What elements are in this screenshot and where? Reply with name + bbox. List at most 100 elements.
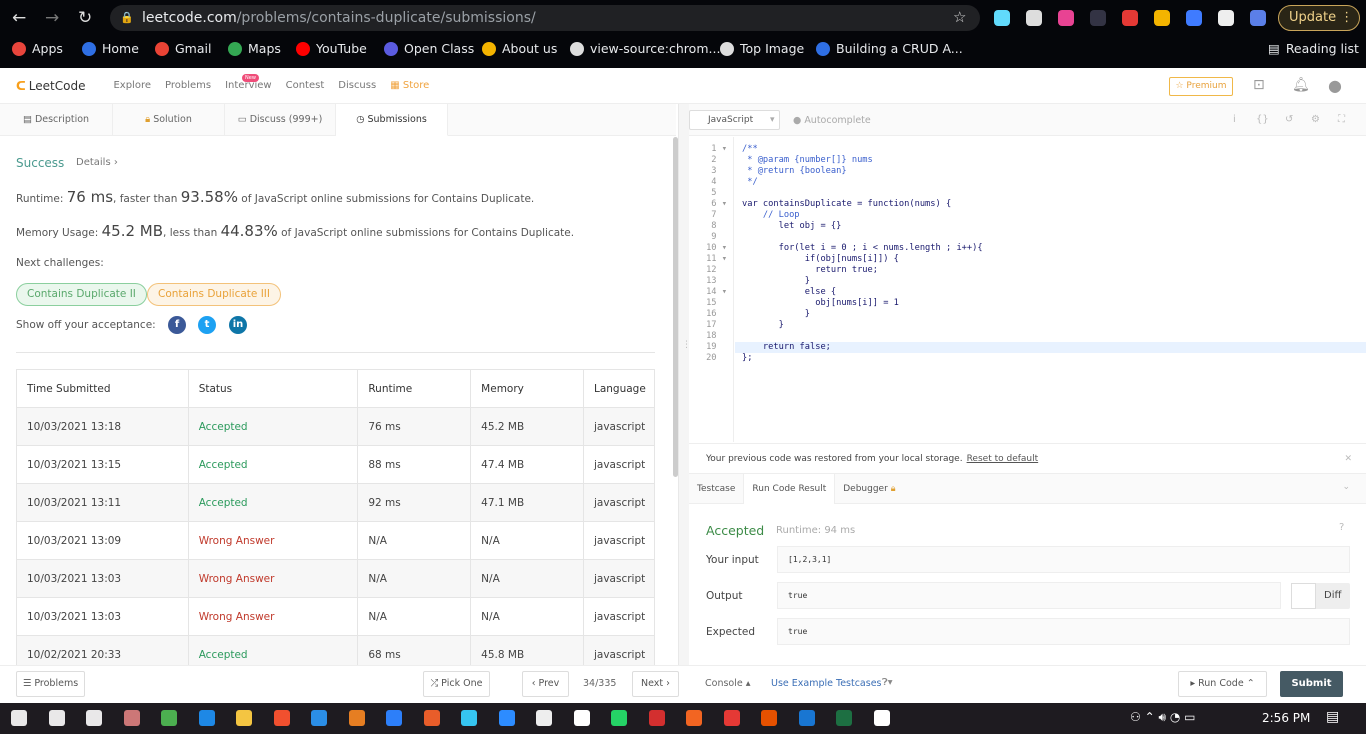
bookmark-star-icon[interactable]: ☆ (953, 8, 966, 26)
language-select[interactable]: JavaScript ▾ (689, 110, 780, 130)
reload-icon[interactable]: ↻ (78, 8, 92, 28)
format-icon[interactable]: {} (1256, 114, 1269, 125)
bookmark-item[interactable]: view-source:chrom... (570, 41, 720, 56)
extension-icon[interactable] (1122, 10, 1138, 26)
bookmark-item[interactable]: Top Image (720, 41, 804, 56)
pick-one-button[interactable]: ⤮ Pick One (423, 671, 490, 697)
status-link[interactable]: Accepted (187, 407, 359, 446)
extension-icon[interactable] (1058, 10, 1074, 26)
extension-icon[interactable] (1186, 10, 1202, 26)
leetcode-logo[interactable]: ᑕ LeetCode (16, 79, 99, 93)
extension-icon[interactable] (1026, 10, 1042, 26)
forward-icon[interactable]: → (45, 8, 59, 28)
tab-debugger[interactable]: Debugger 🔒︎ (835, 474, 903, 504)
bookmark-item[interactable]: YouTube (296, 41, 367, 56)
nav-discuss[interactable]: Discuss (338, 80, 376, 91)
column-header[interactable]: Language (582, 369, 656, 408)
extension-icon[interactable] (1250, 10, 1266, 26)
collapse-chevron-icon[interactable]: ⌄ (1342, 482, 1350, 492)
code-editor[interactable]: /** * @param {number[]} nums * @return {… (742, 144, 983, 364)
close-icon[interactable]: ✕ (1344, 444, 1352, 475)
bookmark-item[interactable]: Apps (12, 41, 63, 56)
extension-icon[interactable] (1218, 10, 1234, 26)
taskbar-app-icon[interactable] (836, 710, 852, 726)
run-code-button[interactable]: ▸ Run Code ⌃ (1178, 671, 1267, 697)
reading-list[interactable]: ▤ Reading list (1268, 41, 1359, 56)
nav-problems[interactable]: Problems (165, 80, 211, 91)
taskbar-app-icon[interactable] (423, 710, 440, 726)
help-icon[interactable]: ? (1339, 522, 1344, 533)
back-icon[interactable]: ← (12, 8, 26, 28)
status-link[interactable]: Accepted (187, 483, 359, 522)
taskbar-app-icon[interactable] (386, 710, 402, 726)
use-example-testcases-link[interactable]: Use Example Testcases (771, 678, 882, 689)
update-button[interactable]: Update ⋮ (1278, 5, 1360, 31)
address-bar[interactable]: 🔒 leetcode.com/problems/contains-duplicat… (110, 5, 980, 31)
problems-button[interactable]: ☰ Problems (16, 671, 85, 697)
tab-description[interactable]: ▤ Description (0, 104, 113, 136)
taskbar-app-icon[interactable] (48, 710, 65, 726)
taskbar-app-icon[interactable] (348, 710, 365, 726)
profile-icon[interactable]: ● (1328, 76, 1342, 95)
notifications-icon[interactable]: ▤ (1326, 709, 1339, 725)
column-header[interactable]: Memory (470, 369, 584, 408)
taskbar-app-icon[interactable] (123, 710, 140, 726)
taskbar-app-icon[interactable] (723, 710, 740, 726)
taskbar-app-icon[interactable] (498, 710, 515, 726)
bookmark-item[interactable]: About us (482, 41, 557, 56)
bookmark-item[interactable]: Open Class (384, 41, 474, 56)
taskbar-app-icon[interactable] (86, 710, 102, 726)
system-tray-icons[interactable]: ⚇ ⌃ 🔊︎ ◔ ▭ (1130, 710, 1195, 725)
settings-icon[interactable]: ⚙ (1311, 114, 1320, 125)
facebook-icon[interactable]: f (168, 316, 186, 334)
extension-icon[interactable] (994, 10, 1010, 26)
column-header[interactable]: Runtime (357, 369, 472, 408)
help-dropdown-icon[interactable]: ❓︎▾ (882, 677, 892, 688)
taskbar-app-icon[interactable] (236, 710, 252, 726)
fullscreen-icon[interactable]: ⛶ (1338, 114, 1345, 125)
submit-button[interactable]: Submit (1280, 671, 1343, 697)
bookmark-item[interactable]: Home (82, 41, 139, 56)
bookmark-item[interactable]: Gmail (155, 41, 211, 56)
taskbar-app-icon[interactable] (536, 710, 552, 726)
column-header[interactable]: Time Submitted (16, 369, 189, 408)
taskbar-app-icon[interactable] (611, 710, 627, 726)
taskbar-app-icon[interactable] (11, 710, 27, 726)
reset-icon[interactable]: ↺ (1285, 114, 1293, 125)
prev-button[interactable]: ‹ Prev (522, 671, 569, 697)
next-button[interactable]: Next › (632, 671, 679, 697)
nav-contest[interactable]: Contest (286, 80, 325, 91)
autocomplete-toggle[interactable]: ● Autocomplete (793, 115, 871, 126)
info-icon[interactable]: i (1233, 114, 1236, 125)
taskbar-app-icon[interactable] (798, 710, 815, 726)
taskbar-app-icon[interactable] (686, 710, 702, 726)
challenge-contains-duplicate-ii[interactable]: Contains Duplicate II (16, 283, 147, 306)
taskbar-app-icon[interactable] (873, 710, 890, 726)
taskbar-app-icon[interactable] (648, 710, 665, 726)
playground-icon[interactable]: ⊡ (1253, 77, 1265, 93)
column-header[interactable]: Status (187, 369, 359, 408)
panel-resize-handle[interactable]: ⋮ (678, 104, 691, 665)
taskbar-app-icon[interactable] (161, 710, 177, 726)
details-link[interactable]: Details › (76, 157, 118, 168)
tab-solution[interactable]: 🔒︎ Solution (113, 104, 225, 136)
linkedin-icon[interactable]: in (229, 316, 247, 334)
extension-icon[interactable] (1154, 10, 1170, 26)
bell-icon[interactable]: 🔔︎ (1292, 77, 1310, 93)
challenge-contains-duplicate-iii[interactable]: Contains Duplicate III (147, 283, 281, 306)
status-link[interactable]: Accepted (187, 445, 359, 484)
diff-toggle[interactable]: Diff (1291, 583, 1350, 609)
tab-discuss[interactable]: ▭ Discuss (999+) (225, 104, 336, 136)
taskbar-app-icon[interactable] (273, 710, 290, 726)
taskbar-app-icon[interactable] (198, 710, 215, 726)
nav-explore[interactable]: Explore (113, 80, 151, 91)
bookmark-item[interactable]: Building a CRUD A... (816, 41, 963, 56)
tab-run-code-result[interactable]: Run Code Result (743, 474, 836, 504)
status-link[interactable]: Wrong Answer (187, 597, 359, 636)
extension-icon[interactable] (1090, 10, 1106, 26)
tab-testcase[interactable]: Testcase (689, 474, 743, 504)
console-button[interactable]: Console ▴ (705, 678, 751, 689)
reset-to-default-link[interactable]: Reset to default (967, 454, 1039, 464)
taskbar-app-icon[interactable] (761, 710, 777, 726)
nav-store[interactable]: ▦ Store (390, 80, 443, 91)
